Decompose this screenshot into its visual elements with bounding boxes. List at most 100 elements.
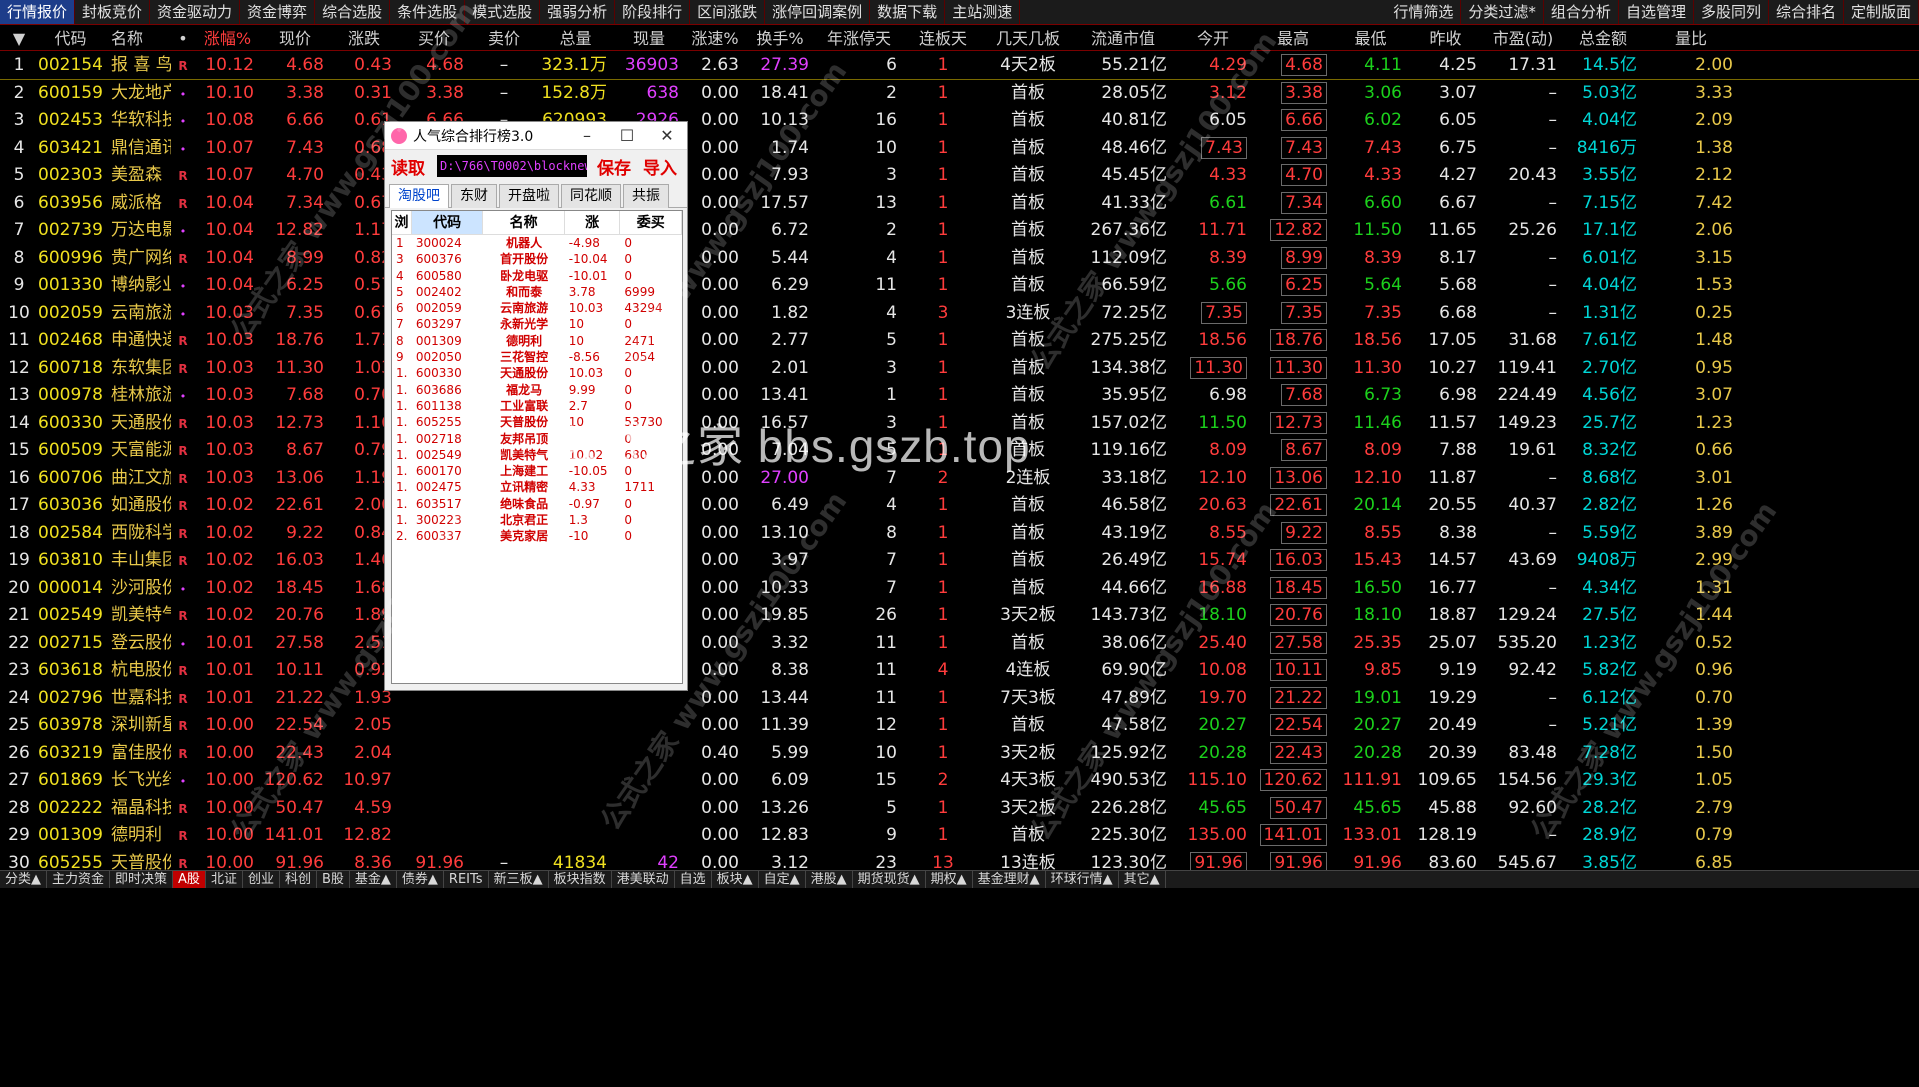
column-header[interactable]: 涨幅% xyxy=(195,26,260,51)
ranking-row[interactable]: 1. 002475 立讯精密 4.33 1711 xyxy=(392,479,682,495)
market-tab[interactable]: 科创 xyxy=(280,871,317,888)
table-row[interactable]: 9 001330 博纳影业 • 10.04 6.25 0.57 0.00 6.29 11 1 首板 66… xyxy=(0,272,1919,300)
column-header[interactable]: • xyxy=(171,26,195,51)
column-header[interactable]: 涨跌 xyxy=(330,26,398,51)
table-row[interactable]: 8 600996 贵广网络 R 10.04 8.99 0.82 0.00 5.44 4 1 首板 112… xyxy=(0,245,1919,273)
column-header[interactable]: 最低 xyxy=(1333,26,1408,51)
toolbar-tab[interactable]: 条件选股 xyxy=(390,0,466,24)
table-row[interactable]: 29 001309 德明利 R 10.00 141.01 12.82 0.00 12.83 9 1 首… xyxy=(0,822,1919,850)
column-header[interactable]: 总金额 xyxy=(1563,26,1643,51)
column-header[interactable]: 现价 xyxy=(260,26,330,51)
toolbar-tab[interactable]: 强弱分析 xyxy=(540,0,616,24)
column-header[interactable]: 量比 xyxy=(1643,26,1739,51)
ranking-row[interactable]: 5 002402 和而泰 3.78 6999 xyxy=(392,284,682,300)
ranking-row[interactable]: 1 300024 机器人 -4.98 0 xyxy=(392,235,682,251)
table-row[interactable]: 13 000978 桂林旅游 • 10.03 7.68 0.70 0.00 13.41 1 1 首板 3… xyxy=(0,382,1919,410)
ranking-row[interactable]: 1. 300223 北京君正 1.3 0 xyxy=(392,512,682,528)
popup-tab[interactable]: 同花顺 xyxy=(561,184,621,208)
market-tab[interactable]: REITs xyxy=(444,871,489,888)
market-tab[interactable]: 港股▲ xyxy=(806,871,853,888)
ranking-row[interactable]: 1. 002718 友邦吊顶 0 xyxy=(392,431,682,447)
table-row[interactable]: 6 603956 威派格 R 10.04 7.34 0.67 0.00 17.57 13 1 首板 41… xyxy=(0,190,1919,218)
save-button[interactable]: 保存 xyxy=(597,154,631,179)
toolbar-tab[interactable]: 模式选股 xyxy=(465,0,541,24)
column-header[interactable]: 现量 xyxy=(613,26,685,51)
market-tab[interactable]: 环球行情▲ xyxy=(1046,871,1119,888)
toolbar-tab[interactable]: 区间涨跌 xyxy=(690,0,766,24)
maximize-button[interactable]: ☐ xyxy=(607,126,647,145)
import-button[interactable]: 导入 xyxy=(643,154,677,179)
ranking-row[interactable]: 1. 603686 福龙马 9.99 0 xyxy=(392,382,682,398)
toolbar-tab[interactable]: 涨停回调案例 xyxy=(765,0,871,24)
toolbar-tab[interactable]: 多股同列 xyxy=(1694,0,1769,24)
path-field[interactable]: D:\766\T0002\blocknew xyxy=(437,155,587,177)
market-tab[interactable]: 主力资金 xyxy=(47,871,111,888)
column-header[interactable]: 昨收 xyxy=(1408,26,1483,51)
toolbar-tab[interactable]: 封板竞价 xyxy=(75,0,151,24)
market-tab[interactable]: 新三板▲ xyxy=(489,871,549,888)
market-tab[interactable]: 即时决策 xyxy=(110,871,174,888)
popup-tab[interactable]: 淘股吧 xyxy=(389,184,449,208)
toolbar-tab[interactable]: 行情报价 xyxy=(0,0,76,24)
ranking-row[interactable]: 1. 601138 工业富联 2.7 0 xyxy=(392,398,682,414)
toolbar-tab[interactable]: 组合分析 xyxy=(1544,0,1619,24)
table-row[interactable]: 28 002222 福晶科技 R 10.00 50.47 4.59 0.00 13.26 5 1 3天… xyxy=(0,795,1919,823)
market-tab[interactable]: 自定▲ xyxy=(759,871,806,888)
ranking-row[interactable]: 8 001309 德明利 10 2471 xyxy=(392,333,682,349)
column-header[interactable]: 总量 xyxy=(538,26,613,51)
ranking-row[interactable]: 1. 600330 天通股份 10.03 0 xyxy=(392,365,682,381)
table-row[interactable]: 19 603810 丰山集团 R 10.02 16.03 1.46 0.00 3.97 7 1 首板 2… xyxy=(0,547,1919,575)
ranking-row[interactable]: 6 002059 云南旅游 10.03 43294 xyxy=(392,300,682,316)
table-row[interactable]: 17 603036 如通股份 R 10.02 22.61 2.06 0.00 6.49 4 1 首板 4… xyxy=(0,492,1919,520)
ranking-row[interactable]: 1. 605255 天普股份 10 53730 xyxy=(392,414,682,430)
toolbar-tab[interactable]: 行情筛选 xyxy=(1386,0,1462,24)
table-row[interactable]: 25 603978 深圳新星 R 10.00 22.54 2.05 0.00 11.39 12 1 首… xyxy=(0,712,1919,740)
market-tab[interactable]: 板块▲ xyxy=(712,871,759,888)
ranking-row[interactable]: 4 600580 卧龙电驱 -10.01 0 xyxy=(392,268,682,284)
table-row[interactable]: 26 603219 富佳股份 R 10.00 22.43 2.04 0.40 5.99 10 1 3天… xyxy=(0,740,1919,768)
column-header[interactable]: 代码 xyxy=(38,26,103,51)
column-header[interactable]: 换手% xyxy=(745,26,815,51)
ranking-list[interactable]: 浏代码 名称涨委买 1 300024 机器人 -4.98 0 3 600376 首开股份 -10.0… xyxy=(391,210,683,684)
table-row[interactable]: 1 002154 报 喜 鸟 R 10.12 4.68 0.43 4.68 – 323.1万 369… xyxy=(0,52,1919,80)
market-tab[interactable]: 北证 xyxy=(206,871,243,888)
table-row[interactable]: 2 600159 大龙地产 • 10.10 3.38 0.31 3.38 – 152.8万 638 0… xyxy=(0,80,1919,108)
market-tab[interactable]: B股 xyxy=(317,871,350,888)
market-tab[interactable]: 创业 xyxy=(243,871,280,888)
market-tab[interactable]: 板块指数 xyxy=(549,871,612,888)
table-row[interactable]: 21 002549 凯美特气 R 10.02 20.76 1.89 0.00 19.85 26 1 3… xyxy=(0,602,1919,630)
toolbar-tab[interactable]: 阶段排行 xyxy=(615,0,691,24)
market-tab[interactable]: 债券▲ xyxy=(397,871,444,888)
popup-tab[interactable]: 东财 xyxy=(451,184,497,208)
ranking-row[interactable]: 1. 603517 绝味食品 -0.97 0 xyxy=(392,496,682,512)
table-row[interactable]: 4603421鼎信通讯•10.077.430.687.43–1132600.00… xyxy=(0,135,1919,163)
market-tab[interactable]: 期权▲ xyxy=(926,871,973,888)
ranking-row[interactable]: 7 603297 永新光学 10 0 xyxy=(392,316,682,332)
ranking-column-header[interactable]: 涨 xyxy=(565,211,621,234)
toolbar-tab[interactable]: 综合排名 xyxy=(1769,0,1844,24)
ranking-row[interactable]: 1. 002549 凯美特气 10.02 680 xyxy=(392,447,682,463)
column-header[interactable]: 流通市值 xyxy=(1073,26,1173,51)
column-header[interactable]: 买价 xyxy=(398,26,470,51)
ranking-row[interactable]: 2. 600337 美克家居 -10 0 xyxy=(392,528,682,544)
ranking-row[interactable]: 1. 600170 上海建工 -10.05 0 xyxy=(392,463,682,479)
ranking-column-header[interactable]: 委买 xyxy=(620,211,682,234)
table-row[interactable]: 15 600509 天富能源 R 10.03 8.67 0.79 0.00 7.04 5 1 首板 11… xyxy=(0,437,1919,465)
table-row[interactable]: 22 002715 登云股份 • 10.01 27.58 2.51 0.00 3.32 11 1 首板… xyxy=(0,630,1919,658)
column-header[interactable]: 今开 xyxy=(1173,26,1253,51)
toolbar-tab[interactable]: 分类过滤* xyxy=(1461,0,1544,24)
market-tab[interactable]: 自选 xyxy=(675,871,712,888)
table-row[interactable]: 23 603618 杭电股份 R 10.01 10.11 0.92 0.00 8.38 11 4 4连… xyxy=(0,657,1919,685)
read-button[interactable]: 读取 xyxy=(391,154,437,179)
popup-titlebar[interactable]: 人气综合排行榜3.0 – ☐ ✕ xyxy=(385,122,687,150)
market-tab[interactable]: 港美联动 xyxy=(612,871,675,888)
ranking-row[interactable]: 9 002050 三花智控 -8.56 2054 xyxy=(392,349,682,365)
popup-tab[interactable]: 共振 xyxy=(623,184,669,208)
table-row[interactable]: 3 002453 华软科技 • 10.08 6.66 0.61 6.66–620993 2926… xyxy=(0,107,1919,135)
column-header[interactable]: 涨速% xyxy=(685,26,745,51)
minimize-button[interactable]: – xyxy=(567,126,607,145)
toolbar-tab[interactable]: 资金驱动力 xyxy=(150,0,241,24)
table-row[interactable]: 10 002059 云南旅游 • 10.03 7.35 0.67 0.00 1.82 4 3 3连板 7… xyxy=(0,300,1919,328)
table-row[interactable]: 12 600718 东软集团 R 10.03 11.30 1.03 0.00 2.01 3 1 首板 1… xyxy=(0,355,1919,383)
market-tab[interactable]: 基金理财▲ xyxy=(973,871,1046,888)
